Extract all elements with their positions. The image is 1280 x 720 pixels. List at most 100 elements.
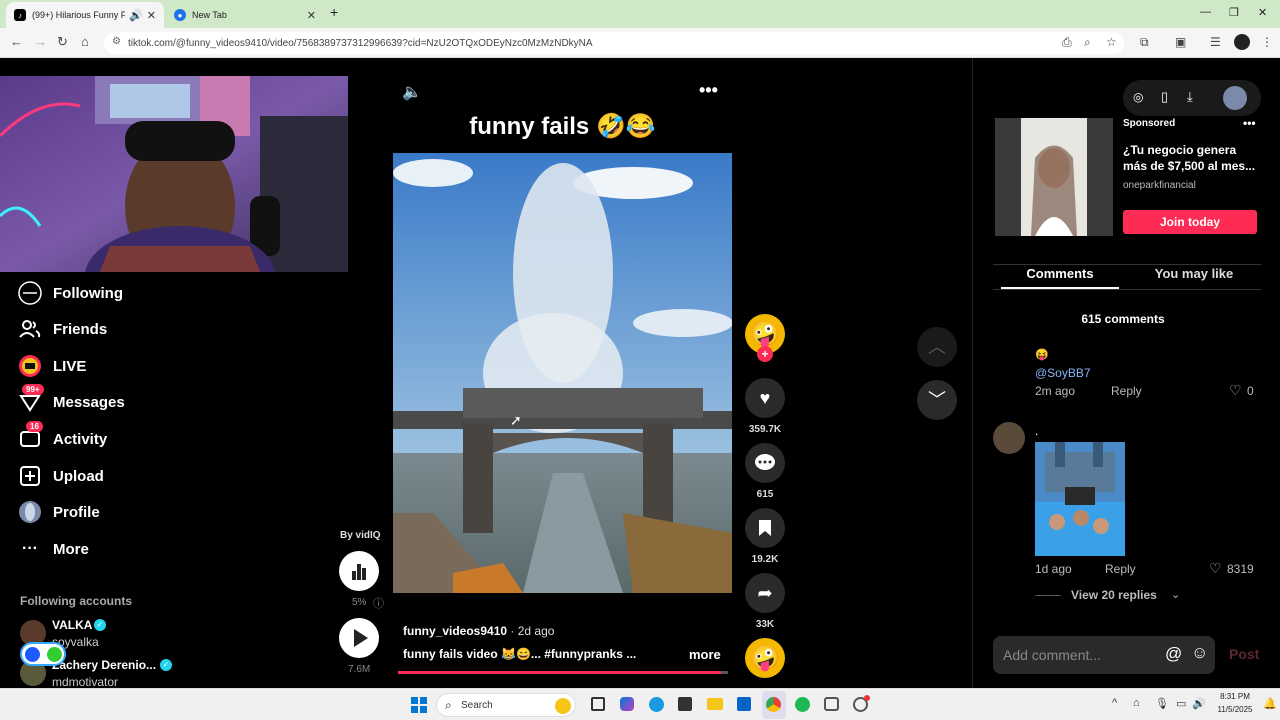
info-icon[interactable]: ⓘ [373, 595, 384, 611]
join-today-button[interactable]: Join today [1123, 210, 1257, 234]
windows-start-icon[interactable] [411, 697, 427, 713]
tab-audio-icon[interactable]: 🔊 [129, 9, 143, 22]
comment-item: . 1d ago Reply ♡ 8319 View 20 replies ⌄ [993, 422, 1261, 602]
heart-outline-icon[interactable]: ♡ [1209, 560, 1222, 577]
copilot-icon[interactable] [620, 697, 634, 711]
bookmark-star-icon[interactable]: ☆ [1106, 35, 1117, 49]
task-view-icon[interactable] [591, 697, 605, 711]
maximize-button[interactable]: ❐ [1229, 6, 1239, 19]
comment-button[interactable]: 615 [745, 443, 785, 500]
next-video-button[interactable]: ﹀ [917, 380, 957, 420]
sidebar-item-live[interactable]: LIVE [18, 351, 86, 381]
download-icon[interactable]: ⤓ [1187, 89, 1193, 105]
compass-icon[interactable]: ◎ [1133, 90, 1143, 104]
tab-comments[interactable]: Comments [1001, 266, 1119, 281]
reading-list-icon[interactable]: ☰ [1210, 35, 1221, 49]
comment-input[interactable]: Add comment... @ ☺ [993, 636, 1215, 674]
back-icon[interactable]: ← [10, 34, 23, 49]
like-button[interactable]: ♥ 359.7K [745, 378, 785, 435]
save-button[interactable]: 19.2K [745, 508, 785, 565]
extensions-icon[interactable]: ⧉ [1140, 35, 1149, 50]
profile-avatar-icon[interactable] [1234, 34, 1250, 50]
mention-icon[interactable]: @ [1165, 644, 1182, 664]
view-replies-link[interactable]: View 20 replies [1071, 588, 1157, 602]
comment-icon [745, 443, 785, 483]
reply-button[interactable]: Reply [1111, 384, 1142, 398]
mouse-cursor-icon: ➚ [510, 412, 522, 428]
sidebar-item-profile[interactable]: Profile [18, 497, 100, 527]
ad-title[interactable]: ¿Tu negocio genera más de $7,500 al mes.… [1123, 142, 1263, 174]
close-window-button[interactable]: ✕ [1258, 6, 1267, 19]
ad-more-icon[interactable]: ••• [1243, 116, 1256, 130]
vidiq-toggle[interactable] [20, 642, 66, 666]
cast-icon[interactable]: ⎙ [1062, 35, 1072, 50]
comment-mention[interactable]: @SoyBB7 [1035, 366, 1091, 380]
sidebar-item-label: More [53, 540, 89, 558]
tab-you-may-like[interactable]: You may like [1135, 266, 1253, 281]
zoom-icon[interactable]: ⌕ [1084, 35, 1091, 50]
device-icon[interactable]: ▯ [1161, 89, 1168, 105]
comment-time: 1d ago [1035, 562, 1072, 576]
reply-button[interactable]: Reply [1105, 562, 1136, 576]
split-view-icon[interactable]: ▣ [1175, 35, 1186, 49]
file-explorer-icon[interactable] [707, 698, 723, 710]
home-icon[interactable]: ⌂ [81, 34, 89, 49]
speaker-icon[interactable]: 🔊 [1192, 697, 1206, 710]
sidebar-item-following[interactable]: Following [18, 278, 123, 308]
share-button[interactable]: ➦ 33K [745, 573, 785, 630]
video-progress-bar[interactable] [398, 671, 728, 674]
tray-chevron-icon[interactable]: ^ [1112, 697, 1117, 709]
video-player[interactable] [393, 153, 732, 593]
tray-network-app-icon[interactable]: ⌂ [1133, 697, 1140, 709]
microphone-icon[interactable]: 🎙 [1155, 697, 1169, 710]
post-button[interactable]: Post [1229, 646, 1259, 662]
user-avatar-icon[interactable] [1223, 86, 1247, 110]
volume-icon[interactable]: 🔈 [402, 82, 422, 102]
taskbar-search[interactable]: ⌕ Search [436, 693, 576, 717]
comment-text: . [1035, 424, 1039, 438]
follow-plus-icon[interactable]: + [757, 346, 773, 362]
sidebar-item-friends[interactable]: Friends [18, 314, 107, 344]
sidebar-item-messages[interactable]: 99+ Messages [18, 384, 125, 417]
clock-date[interactable]: 11/5/2025 [1212, 705, 1258, 714]
avatar[interactable] [993, 422, 1025, 454]
new-tab-button[interactable]: + [330, 4, 338, 20]
emoji-icon[interactable]: ☺ [1191, 643, 1208, 663]
url-field[interactable]: ⚙ tiktok.com/@funny_videos9410/video/756… [104, 32, 1124, 54]
notifications-bell-icon[interactable]: 🔔 [1263, 697, 1277, 710]
site-info-icon[interactable]: ⚙ [112, 36, 121, 47]
tab-close-icon[interactable]: ✕ [307, 9, 316, 22]
more-options-icon[interactable]: ••• [699, 80, 718, 101]
outlook-icon[interactable] [737, 697, 751, 711]
forward-icon[interactable]: → [34, 34, 47, 49]
previous-video-button[interactable]: ︿ [917, 327, 957, 367]
minimize-button[interactable]: — [1200, 6, 1211, 18]
chevron-down-icon[interactable]: ⌄ [1171, 588, 1180, 601]
edge-icon[interactable] [649, 697, 664, 712]
store-icon[interactable] [678, 697, 692, 711]
more-link[interactable]: more [689, 647, 721, 662]
sidebar-item-activity[interactable]: 16 Activity [18, 421, 107, 454]
video-author-line[interactable]: funny_videos9410 · 2d ago [403, 624, 554, 638]
heart-outline-icon[interactable]: ♡ [1229, 382, 1242, 399]
wifi-icon[interactable]: ▭ [1176, 697, 1186, 710]
author-handle[interactable]: funny_videos9410 [403, 624, 507, 638]
tab-new[interactable]: ● New Tab ✕ [166, 2, 324, 28]
play-button[interactable] [339, 618, 379, 658]
sidebar-item-more[interactable]: ··· More [18, 534, 89, 564]
ad-advertiser[interactable]: oneparkfinancial [1123, 180, 1196, 191]
spotify-icon[interactable] [795, 697, 810, 712]
clock-time[interactable]: 8:31 PM [1215, 692, 1255, 701]
creator-avatar[interactable]: 🤪 + [745, 314, 785, 362]
ad-thumbnail[interactable] [995, 118, 1113, 236]
comment-image[interactable] [1035, 442, 1125, 556]
menu-icon[interactable]: ⋮ [1261, 35, 1273, 49]
tab-close-icon[interactable]: ✕ [147, 9, 156, 22]
sound-disc[interactable]: 🤪 [745, 638, 785, 678]
vidiq-stats-button[interactable] [339, 551, 379, 591]
sidebar-item-upload[interactable]: Upload [18, 461, 104, 491]
reload-icon[interactable]: ↻ [57, 34, 68, 50]
xbox-icon[interactable] [824, 697, 839, 711]
chrome-icon[interactable] [766, 697, 781, 712]
tab-tiktok[interactable]: ♪ (99+) Hilarious Funny Fails 🔊 ✕ [6, 2, 164, 28]
